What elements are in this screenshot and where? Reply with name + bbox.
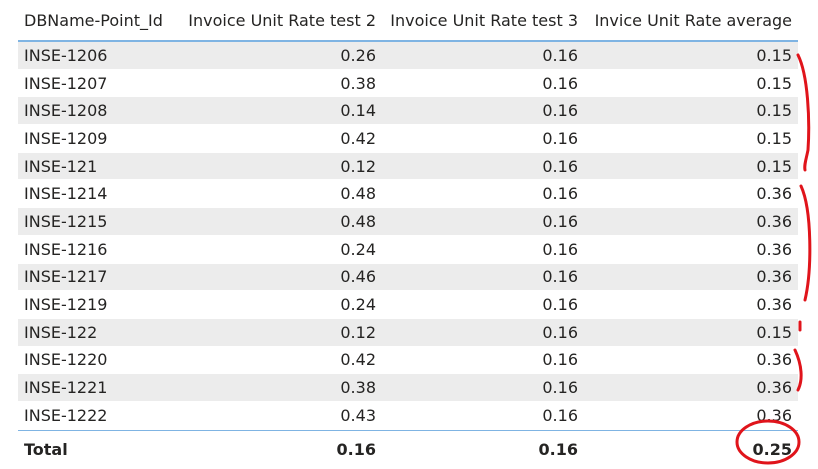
total-rate-average: 0.25 [752,440,792,460]
table-cell: 0.16 [542,405,578,425]
table-cell: 0.16 [542,322,578,342]
table-cell: 0.38 [340,378,376,398]
table-row[interactable]: INSE-1222 0.43 0.16 0.36 [18,402,798,430]
column-header-rate-test-2[interactable]: Invoice Unit Rate test 2 [178,11,378,30]
table-cell: 0.24 [340,239,376,259]
table-cell: 0.16 [542,267,578,287]
table-cell: INSE-1209 [24,128,108,148]
column-header-rate-test-3[interactable]: Invoice Unit Rate test 3 [378,11,580,30]
table-cell: 0.15 [756,322,792,342]
data-table: DBName-Point_Id Invoice Unit Rate test 2… [18,0,798,469]
table-row[interactable]: INSE-1214 0.48 0.16 0.36 [18,180,798,209]
table-cell: 0.36 [756,350,792,370]
table-cell: 0.12 [340,156,376,176]
table-cell: 0.15 [756,128,792,148]
table-row[interactable]: INSE-1209 0.42 0.16 0.15 [18,125,798,153]
table-cell: 0.16 [542,156,578,176]
table-cell: INSE-1206 [24,45,108,65]
table-cell: 0.38 [340,73,376,93]
table-cell: 0.16 [542,73,578,93]
table-row[interactable]: INSE-1215 0.48 0.16 0.36 [18,208,798,236]
table-header: DBName-Point_Id Invoice Unit Rate test 2… [18,0,798,42]
table-cell: INSE-1222 [24,405,108,425]
table-cell: INSE-121 [24,156,98,176]
table-row[interactable]: INSE-1219 0.24 0.16 0.36 [18,291,798,319]
table-cell: 0.48 [340,211,376,231]
table-row[interactable]: INSE-1207 0.38 0.16 0.15 [18,70,798,98]
table-cell: INSE-1217 [24,267,108,287]
table-cell: INSE-1219 [24,295,108,315]
table-cell: INSE-122 [24,322,98,342]
table-cell: INSE-1214 [24,184,108,204]
table-cell: 0.14 [340,101,376,121]
table-cell: 0.16 [542,239,578,259]
table-cell: 0.16 [542,184,578,204]
table-cell: 0.16 [542,211,578,231]
table-cell: 0.16 [542,378,578,398]
table-cell: 0.46 [340,267,376,287]
table-cell: 0.36 [756,184,792,204]
table-cell: 0.36 [756,267,792,287]
table-cell: 0.36 [756,239,792,259]
table-total-row: Total 0.16 0.16 0.25 [18,429,798,469]
table-cell: 0.15 [756,45,792,65]
table-cell: 0.36 [756,378,792,398]
table-cell: INSE-1208 [24,101,108,121]
table-cell: INSE-1221 [24,378,108,398]
table-cell: 0.16 [542,295,578,315]
table-row[interactable]: INSE-1220 0.42 0.16 0.36 [18,347,798,375]
table-cell: INSE-1216 [24,239,108,259]
table-row[interactable]: INSE-121 0.12 0.16 0.15 [18,152,798,181]
table-row[interactable]: INSE-1216 0.24 0.16 0.36 [18,236,798,264]
table-cell: 0.16 [542,350,578,370]
table-cell: 0.43 [340,405,376,425]
table-cell: 0.36 [756,295,792,315]
table-cell: 0.15 [756,73,792,93]
table-cell: 0.15 [756,101,792,121]
table-body: INSE-1206 0.26 0.16 0.15 INSE-1207 0.38 0.16 0.… [18,42,798,430]
table-cell: 0.15 [756,156,792,176]
table-row[interactable]: INSE-1208 0.14 0.16 0.15 [18,97,798,126]
annotation-bracket-2 [799,184,812,302]
table-cell: 0.16 [542,128,578,148]
column-header-point-id[interactable]: DBName-Point_Id [18,11,178,30]
table-cell: 0.24 [340,295,376,315]
total-rate-test-3: 0.16 [538,440,578,460]
table-cell: INSE-1215 [24,211,108,231]
table-cell: INSE-1220 [24,350,108,370]
table-cell: 0.36 [756,405,792,425]
annotation-bracket-1 [796,53,811,172]
table-cell: 0.42 [340,350,376,370]
table-cell: 0.42 [340,128,376,148]
table-row[interactable]: INSE-1206 0.26 0.16 0.15 [18,42,798,70]
table-row[interactable]: INSE-122 0.12 0.16 0.15 [18,318,798,347]
total-rate-test-2: 0.16 [336,440,376,460]
table-cell: 0.12 [340,322,376,342]
table-cell: 0.36 [756,211,792,231]
table-cell: 0.26 [340,45,376,65]
table-cell: 0.16 [542,45,578,65]
column-header-rate-average[interactable]: Invice Unit Rate average [580,11,798,30]
table-cell: 0.48 [340,184,376,204]
table-row[interactable]: INSE-1217 0.46 0.16 0.36 [18,263,798,292]
total-label: Total [24,440,68,460]
table-cell: 0.16 [542,101,578,121]
table-row[interactable]: INSE-1221 0.38 0.16 0.36 [18,374,798,402]
table-cell: INSE-1207 [24,73,108,93]
